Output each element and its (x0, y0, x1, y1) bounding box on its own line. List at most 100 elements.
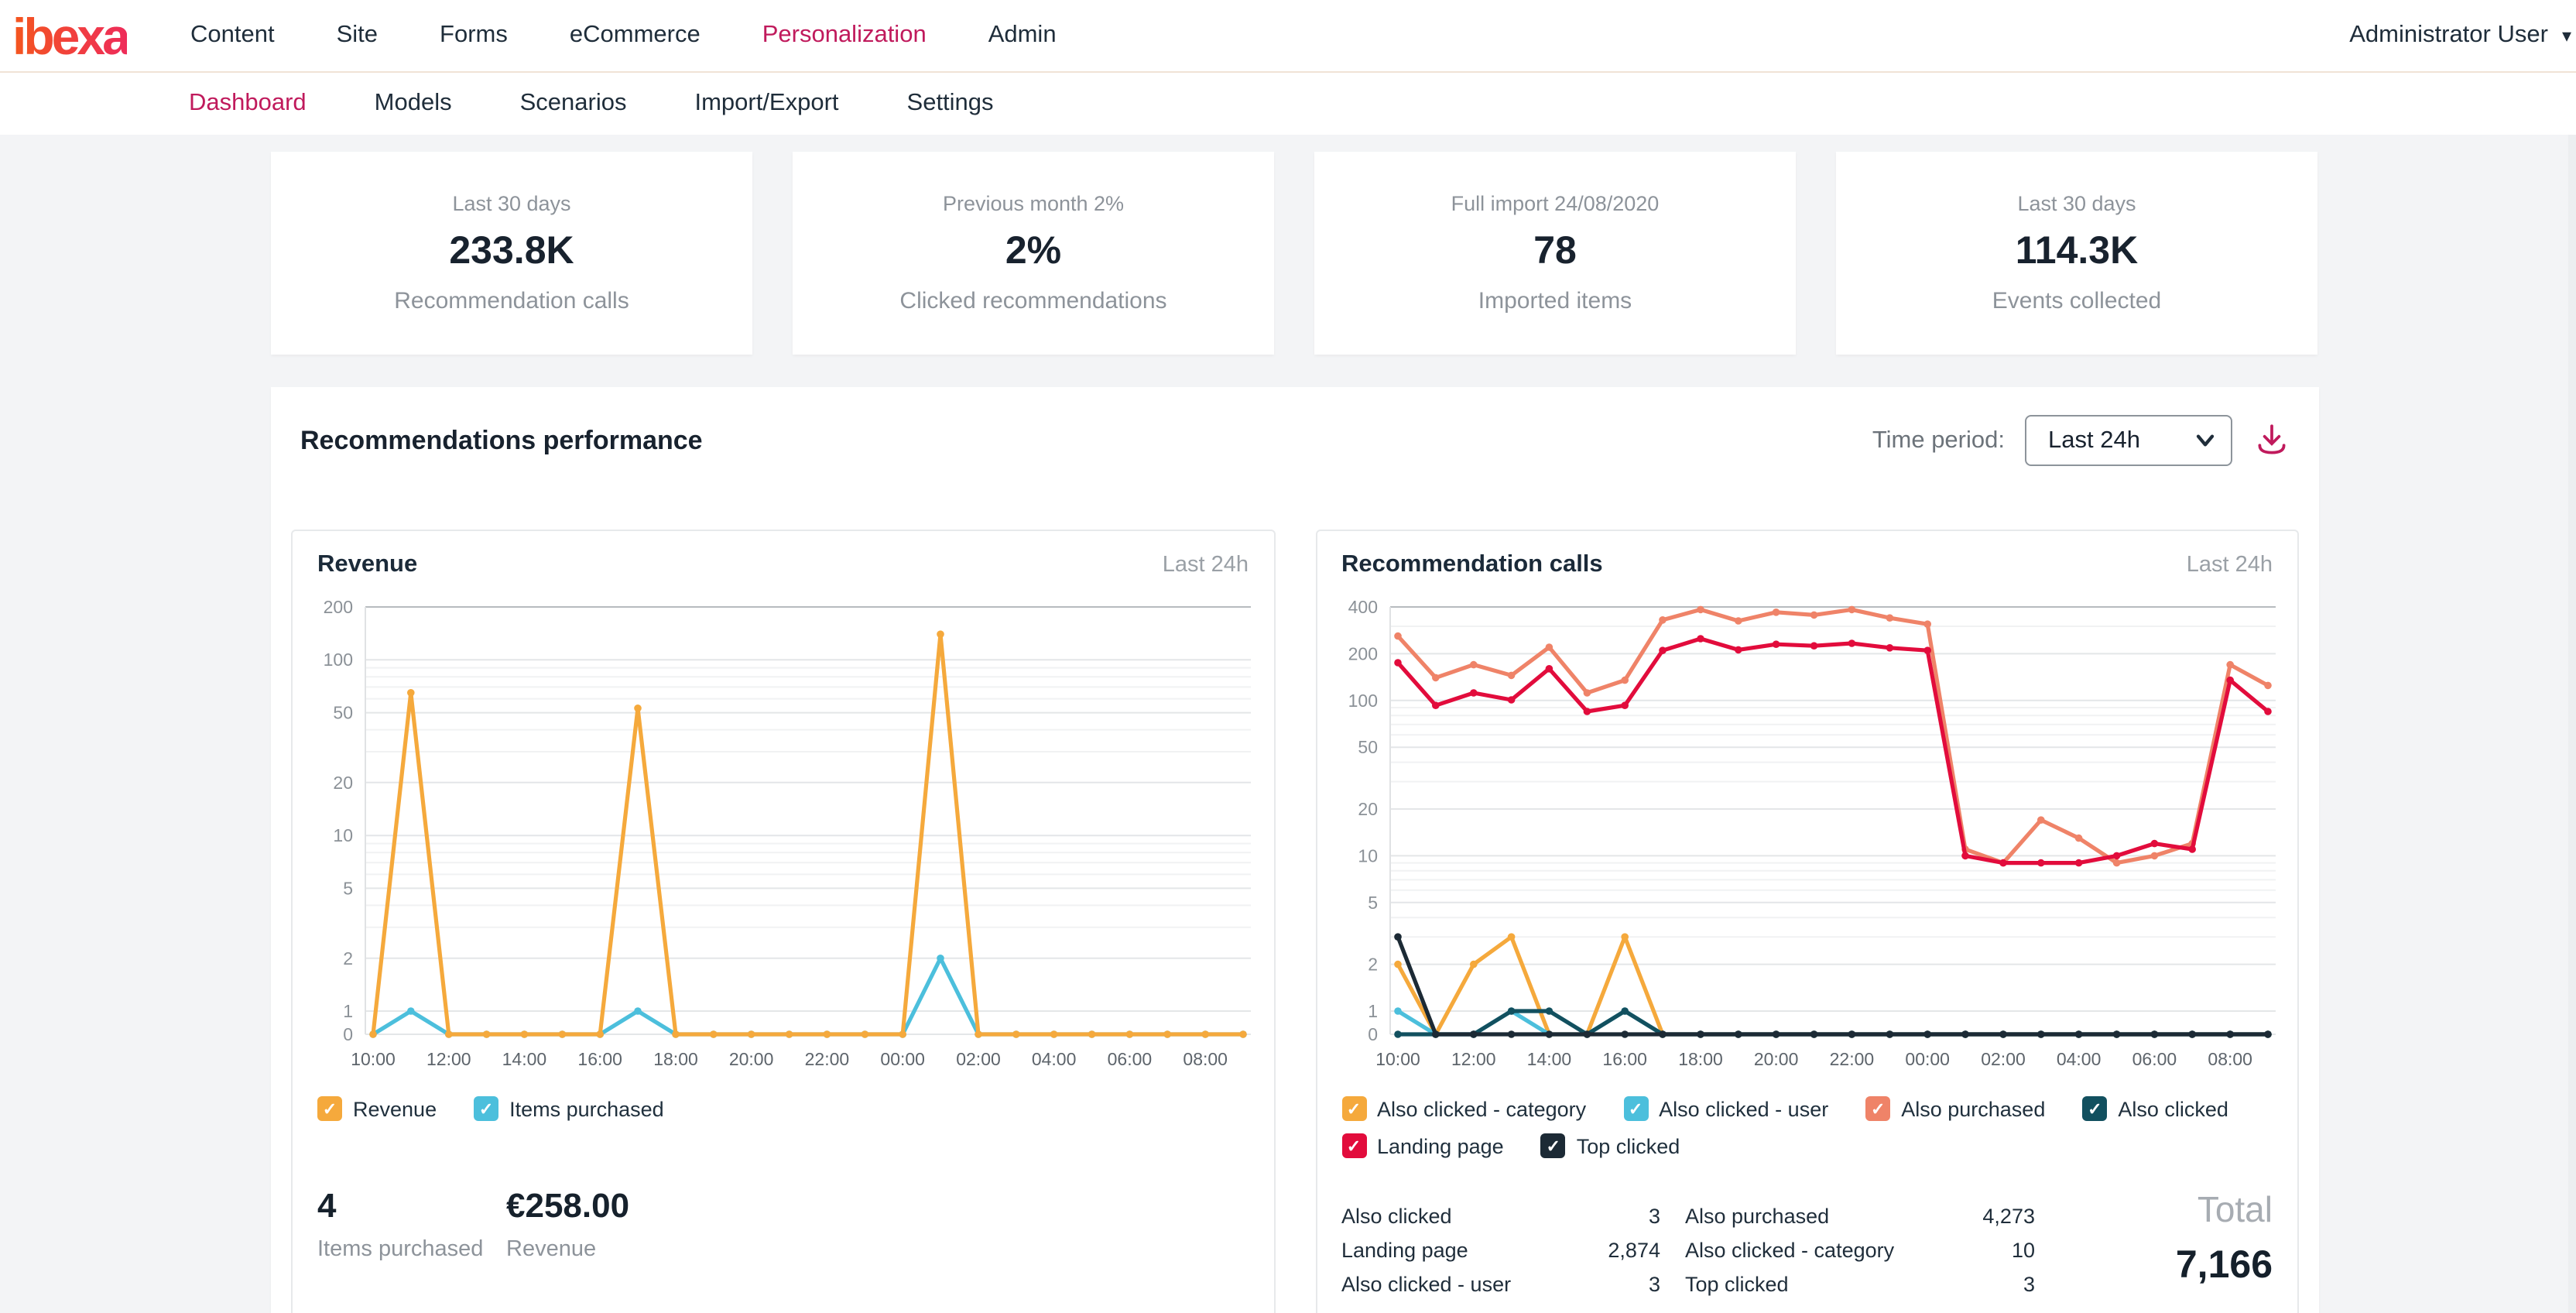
svg-text:20: 20 (333, 773, 353, 793)
legend-revenue[interactable]: ✓ Revenue (317, 1096, 437, 1121)
stat-cards-row: Last 30 days 233.8K Recommendation calls… (271, 152, 2317, 355)
svg-text:12:00: 12:00 (1451, 1049, 1495, 1069)
svg-text:5: 5 (1367, 893, 1377, 913)
stat-value: 233.8K (449, 229, 574, 274)
svg-text:200: 200 (324, 597, 353, 617)
svg-text:06:00: 06:00 (1108, 1049, 1153, 1069)
legend-label: Top clicked (1577, 1134, 1680, 1157)
stat-value: 114.3K (2016, 229, 2139, 274)
nav-content[interactable]: Content (190, 22, 275, 50)
legend-label: Items purchased (509, 1097, 664, 1120)
legend-items-purchased[interactable]: ✓ Items purchased (474, 1096, 664, 1121)
total-row-label: Also clicked (1341, 1205, 1567, 1228)
legend-top-clicked[interactable]: ✓ Top clicked (1541, 1133, 1680, 1158)
chart-title: Revenue (317, 551, 417, 579)
svg-text:100: 100 (324, 650, 353, 670)
total-row-value: 3 (1961, 1273, 2035, 1296)
tab-models[interactable]: Models (375, 90, 452, 118)
legend-also-purchased[interactable]: ✓ Also purchased (1865, 1096, 2045, 1121)
legend-landing-page[interactable]: ✓ Landing page (1341, 1133, 1504, 1158)
tab-import-export[interactable]: Import/Export (694, 90, 838, 118)
checkbox-checked-icon: ✓ (1541, 1133, 1566, 1158)
section-title: Recommendations performance (300, 425, 703, 456)
svg-text:16:00: 16:00 (1601, 1049, 1646, 1069)
total-row-label: Landing page (1341, 1239, 1567, 1262)
svg-text:20: 20 (1357, 799, 1377, 819)
summary-value: 4 (317, 1186, 506, 1226)
nav-forms[interactable]: Forms (440, 22, 508, 50)
legend-label: Also purchased (1901, 1097, 2045, 1120)
totals-column-left: Also clicked 3 Landing page 2,874 Also c… (1341, 1205, 1660, 1296)
revenue-line-chart: 200100502010521010:0012:0014:0016:0018:0… (297, 588, 1260, 1078)
svg-text:04:00: 04:00 (1032, 1049, 1077, 1069)
svg-text:08:00: 08:00 (2207, 1049, 2252, 1069)
calls-legend-row2: ✓ Landing page ✓ Top clicked (1317, 1133, 2297, 1158)
nav-admin[interactable]: Admin (988, 22, 1057, 50)
stat-value: 78 (1533, 229, 1577, 274)
stat-card-events-collected: Last 30 days 114.3K Events collected (1836, 152, 2317, 355)
svg-text:5: 5 (343, 878, 353, 898)
calls-legend-row1: ✓ Also clicked - category ✓ Also clicked… (1317, 1096, 2297, 1121)
stat-card-recommendation-calls: Last 30 days 233.8K Recommendation calls (271, 152, 752, 355)
checkbox-checked-icon: ✓ (1623, 1096, 1648, 1121)
svg-text:0: 0 (1367, 1024, 1377, 1044)
grand-total-value: 7,166 (2176, 1243, 2273, 1288)
time-period-label: Time period: (1872, 427, 2005, 454)
charts-row: Revenue Last 24h 200100502010521010:0012… (291, 530, 2299, 1313)
svg-text:100: 100 (1348, 691, 1377, 711)
total-row-label: Also purchased (1685, 1205, 1961, 1228)
total-row-label: Also clicked - category (1685, 1239, 1961, 1262)
download-icon[interactable] (2252, 421, 2291, 460)
user-menu[interactable]: Administrator User ▾ (2349, 0, 2571, 71)
svg-text:00:00: 00:00 (880, 1049, 925, 1069)
page-scrollbar[interactable] (2568, 71, 2576, 1313)
time-period-control: Time period: Last 24h (1872, 415, 2291, 466)
sub-nav: Dashboard Models Scenarios Import/Export… (0, 71, 2576, 135)
summary-revenue: €258.00 Revenue (506, 1186, 629, 1262)
stat-period: Full import 24/08/2020 (1451, 192, 1660, 215)
svg-text:12:00: 12:00 (426, 1049, 471, 1069)
tab-settings[interactable]: Settings (907, 90, 994, 118)
legend-also-clicked-category[interactable]: ✓ Also clicked - category (1341, 1096, 1586, 1121)
svg-text:200: 200 (1348, 643, 1377, 663)
svg-text:04:00: 04:00 (2056, 1049, 2101, 1069)
revenue-legend: ✓ Revenue ✓ Items purchased (293, 1096, 1273, 1121)
total-row-value: 3 (1567, 1205, 1660, 1228)
nav-site[interactable]: Site (337, 22, 378, 50)
svg-text:10: 10 (333, 825, 353, 845)
nav-ecommerce[interactable]: eCommerce (570, 22, 701, 50)
user-name: Administrator User (2349, 22, 2548, 50)
ibexa-logo[interactable]: ibexa (12, 6, 128, 68)
time-period-value: Last 24h (2048, 427, 2140, 454)
svg-text:400: 400 (1348, 597, 1377, 617)
svg-text:2: 2 (343, 948, 353, 968)
legend-also-clicked[interactable]: ✓ Also clicked (2082, 1096, 2228, 1121)
stat-label: Events collected (1992, 288, 2161, 314)
summary-label: Revenue (506, 1237, 629, 1262)
checkbox-checked-icon: ✓ (2082, 1096, 2107, 1121)
chart-title: Recommendation calls (1341, 551, 1603, 579)
tab-dashboard[interactable]: Dashboard (189, 90, 307, 118)
checkbox-checked-icon: ✓ (317, 1096, 342, 1121)
checkbox-checked-icon: ✓ (1341, 1133, 1366, 1158)
legend-label: Also clicked - user (1659, 1097, 1828, 1120)
checkbox-checked-icon: ✓ (474, 1096, 498, 1121)
legend-label: Revenue (353, 1097, 437, 1120)
checkbox-checked-icon: ✓ (1341, 1096, 1366, 1121)
svg-text:20:00: 20:00 (1753, 1049, 1798, 1069)
svg-text:1: 1 (343, 1001, 353, 1021)
time-period-select[interactable]: Last 24h (2025, 415, 2232, 466)
tab-scenarios[interactable]: Scenarios (520, 90, 627, 118)
svg-text:2: 2 (1367, 955, 1377, 975)
stat-label: Recommendation calls (394, 288, 629, 314)
stat-card-imported-items: Full import 24/08/2020 78 Imported items (1314, 152, 1796, 355)
svg-text:06:00: 06:00 (2132, 1049, 2177, 1069)
stat-label: Imported items (1478, 288, 1632, 314)
nav-personalization[interactable]: Personalization (762, 22, 927, 50)
total-row-value: 3 (1567, 1273, 1660, 1296)
stat-value: 2% (1005, 229, 1061, 274)
legend-also-clicked-user[interactable]: ✓ Also clicked - user (1623, 1096, 1828, 1121)
svg-text:50: 50 (333, 703, 353, 723)
performance-panel: Recommendations performance Time period:… (271, 387, 2319, 1313)
total-row-label: Top clicked (1685, 1273, 1961, 1296)
